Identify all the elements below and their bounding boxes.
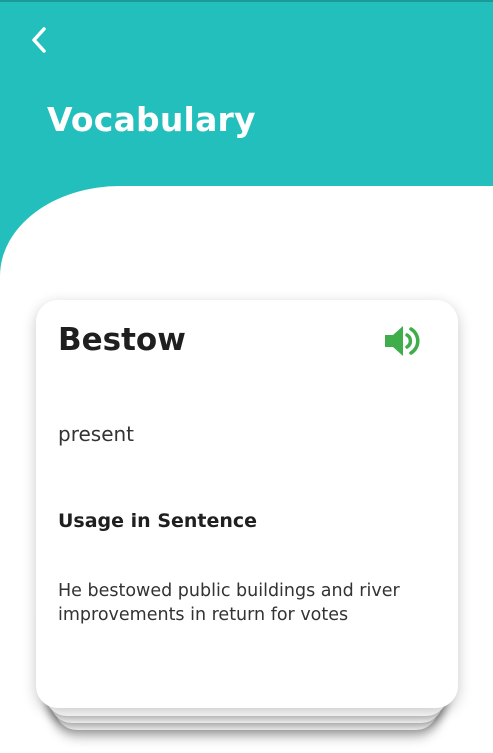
speaker-icon: [385, 326, 420, 356]
vocabulary-card[interactable]: Bestow present Usage in Sentence He best…: [36, 300, 458, 708]
word-meaning: present: [58, 422, 135, 446]
usage-sentence: He bestowed public buildings and river i…: [58, 581, 400, 625]
vocabulary-word: Bestow: [58, 322, 186, 358]
page-title: Vocabulary: [47, 100, 256, 139]
usage-heading: Usage in Sentence: [58, 510, 258, 532]
chevron-left-icon: [32, 27, 46, 53]
back-button[interactable]: [22, 22, 56, 58]
pronounce-button[interactable]: [383, 322, 425, 360]
status-divider: [0, 0, 493, 2]
